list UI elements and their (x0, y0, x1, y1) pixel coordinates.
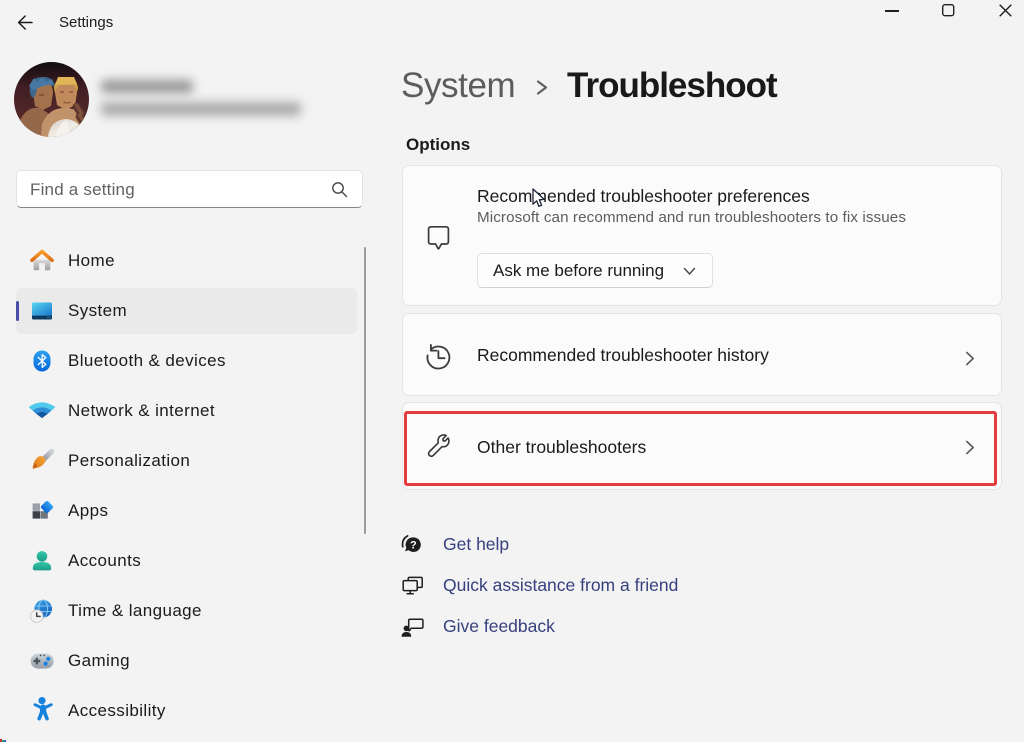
svg-text:?: ? (410, 539, 417, 551)
